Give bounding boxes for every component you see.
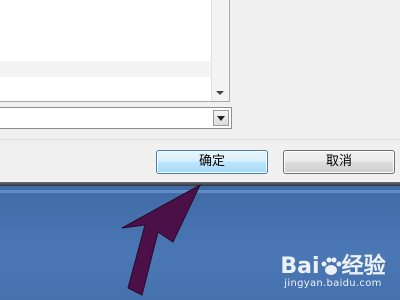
ok-button[interactable]: 确定 <box>156 150 268 174</box>
dropdown-button[interactable] <box>213 110 229 126</box>
list-box[interactable] <box>0 0 230 102</box>
watermark-brand: Bai <box>280 254 320 279</box>
list-row-highlight <box>0 61 211 77</box>
list-rows <box>0 0 211 99</box>
vertical-scrollbar[interactable] <box>211 0 229 101</box>
watermark-logo: Bai 经验 <box>268 248 398 280</box>
watermark: Bai 经验 jingyan.baidu.com <box>268 248 398 289</box>
scroll-down-arrow-icon[interactable] <box>216 91 224 95</box>
divider <box>0 139 400 140</box>
cancel-button[interactable]: 取消 <box>283 150 395 174</box>
dropdown-arrow-icon <box>217 116 225 121</box>
dialog-window: 确定 取消 <box>0 0 400 182</box>
paw-logo-icon <box>321 257 342 275</box>
mouse-cursor-icon <box>121 183 202 296</box>
file-type-combobox[interactable] <box>0 107 232 129</box>
watermark-site: jingyan.baidu.com <box>284 278 382 289</box>
watermark-suffix: 经验 <box>341 254 386 279</box>
